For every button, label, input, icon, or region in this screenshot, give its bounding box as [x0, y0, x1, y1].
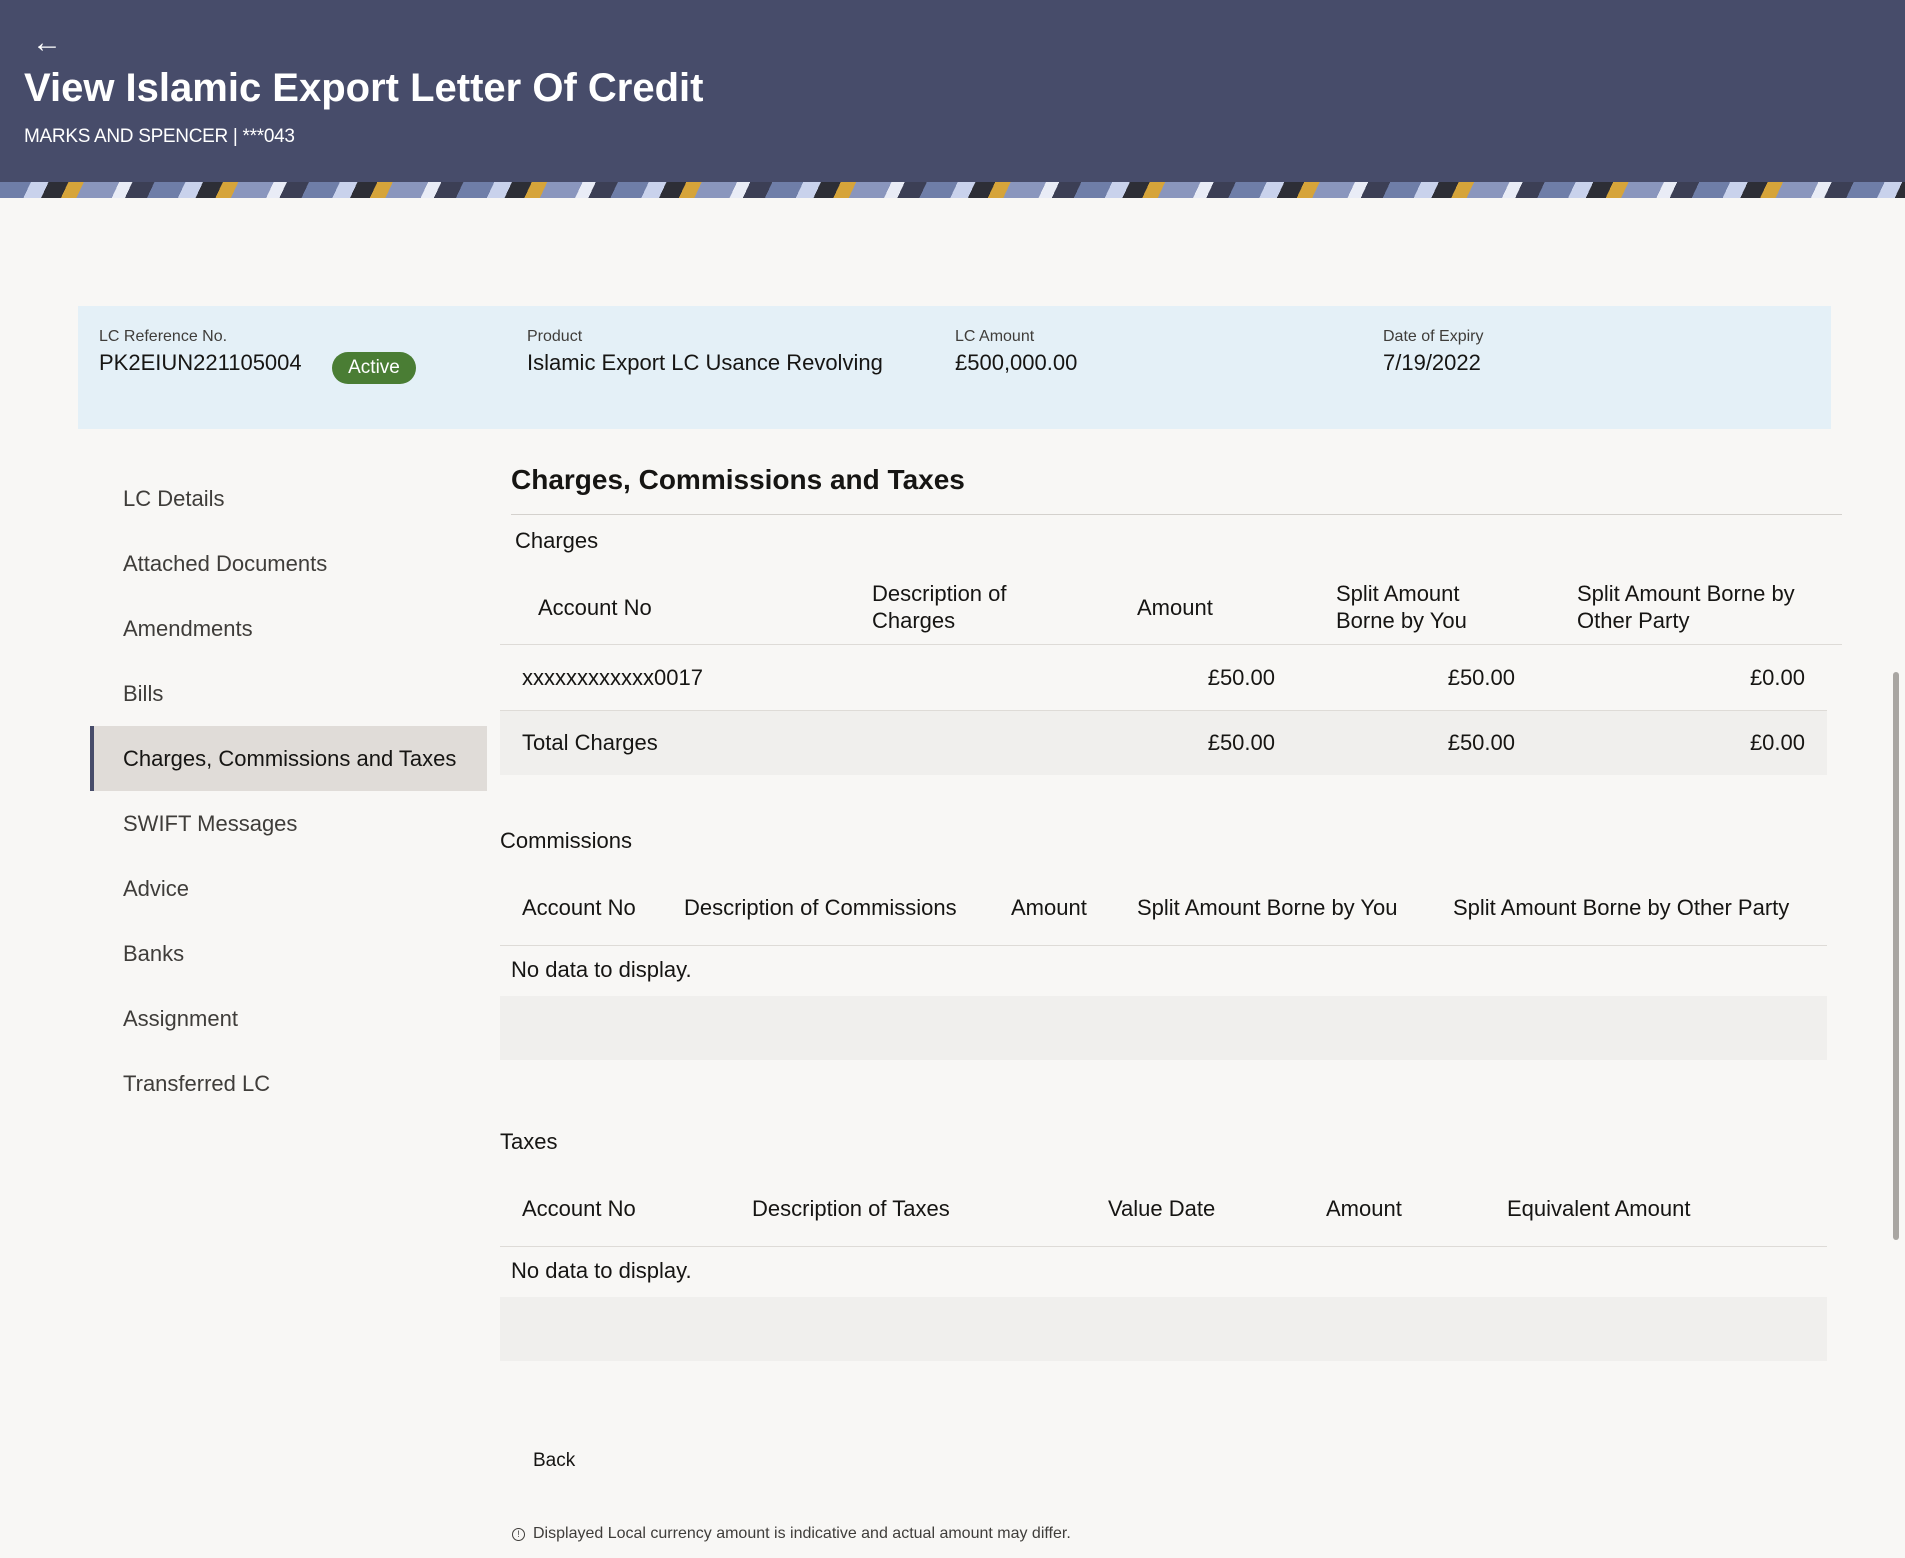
nav-item-transferred-lc[interactable]: Transferred LC: [90, 1051, 487, 1116]
taxes-col-description: Description of Taxes: [752, 1196, 950, 1221]
vertical-scrollbar[interactable]: [1893, 672, 1899, 1240]
nav-item-assignment[interactable]: Assignment: [90, 986, 487, 1051]
nav-item-swift-messages[interactable]: SWIFT Messages: [90, 791, 487, 856]
title-divider: [511, 514, 1842, 515]
product-label: Product: [527, 328, 583, 345]
taxes-col-value-date: Value Date: [1108, 1196, 1216, 1221]
charges-col-split-you: Split Amount Borne by You: [1336, 581, 1467, 633]
lc-reference-label: LC Reference No.: [99, 328, 228, 345]
taxes-heading: Taxes: [500, 1129, 558, 1154]
page-header: ← View Islamic Export Letter Of Credit M…: [0, 0, 1905, 198]
section-title: Charges, Commissions and Taxes: [511, 464, 965, 495]
charges-total-label: Total Charges: [522, 730, 658, 755]
party-account-subtitle: MARKS AND SPENCER | ***043: [24, 126, 295, 147]
taxes-col-amount: Amount: [1326, 1196, 1402, 1221]
commissions-heading: Commissions: [500, 828, 633, 853]
commissions-empty-message: No data to display.: [511, 957, 692, 982]
section-nav: LC Details Attached Documents Amendments…: [90, 466, 487, 1116]
charges-col-split-other: Split Amount Borne by Other Party: [1577, 581, 1795, 633]
product-value: Islamic Export LC Usance Revolving: [527, 350, 883, 375]
charges-col-description: Description of Charges: [872, 581, 1007, 633]
taxes-empty-message: No data to display.: [511, 1258, 692, 1283]
back-button[interactable]: Back: [533, 1450, 575, 1472]
nav-item-bills[interactable]: Bills: [90, 661, 487, 726]
commissions-col-amount: Amount: [1011, 895, 1087, 920]
charges-row-split-other: £0.00: [1749, 665, 1805, 690]
lc-amount-field: LC Amount £500,000.00: [955, 328, 1077, 376]
charges-total-split-you: £50.00: [1447, 730, 1515, 755]
expiry-date-value: 7/19/2022: [1383, 350, 1481, 375]
charges-table: Account No Description of Charges Amount…: [500, 578, 1842, 848]
commissions-col-description: Description of Commissions: [684, 895, 957, 920]
nav-item-banks[interactable]: Banks: [90, 921, 487, 986]
info-icon: !: [512, 1528, 525, 1541]
taxes-header-divider: [500, 1246, 1827, 1247]
decorative-banner: [0, 182, 1905, 198]
nav-item-attached-documents[interactable]: Attached Documents: [90, 531, 487, 596]
commissions-col-split-you: Split Amount Borne by You: [1137, 895, 1398, 920]
footnote-text: Displayed Local currency amount is indic…: [533, 1525, 1071, 1542]
taxes-col-account: Account No: [522, 1196, 636, 1221]
nav-item-lc-details[interactable]: LC Details: [90, 466, 487, 531]
commissions-table: Account No Description of Commissions Am…: [500, 872, 1842, 1072]
commissions-col-split-other: Split Amount Borne by Other Party: [1453, 895, 1790, 920]
charges-heading: Charges: [515, 528, 599, 553]
commissions-header-divider: [500, 945, 1827, 946]
charges-header-divider: [500, 644, 1842, 645]
charges-total-split-other: £0.00: [1749, 730, 1805, 755]
charges-row-amount: £50.00: [1207, 665, 1275, 690]
lc-amount-label: LC Amount: [955, 328, 1035, 345]
charges-total-row: Total Charges £50.00 £50.00 £0.00: [500, 711, 1827, 775]
charges-col-account: Account No: [538, 595, 652, 620]
charges-total-amount: £50.00: [1207, 730, 1275, 755]
currency-footnote: ! Displayed Local currency amount is indi…: [512, 1525, 1071, 1543]
page-title: View Islamic Export Letter Of Credit: [24, 66, 704, 110]
product-field: Product Islamic Export LC Usance Revolvi…: [527, 328, 883, 376]
commissions-col-account: Account No: [522, 895, 636, 920]
commissions-empty-row: [500, 996, 1827, 1060]
charges-col-amount: Amount: [1137, 595, 1213, 620]
charges-row-account: xxxxxxxxxxxx0017: [522, 665, 703, 690]
charges-row-split-you: £50.00: [1447, 665, 1515, 690]
nav-item-advice[interactable]: Advice: [90, 856, 487, 921]
lc-summary-panel: LC Reference No. PK2EIUN221105004 Active…: [78, 306, 1831, 429]
taxes-col-equivalent-amount: Equivalent Amount: [1507, 1196, 1691, 1221]
taxes-empty-row: [500, 1297, 1827, 1361]
expiry-date-field: Date of Expiry 7/19/2022: [1383, 328, 1483, 376]
status-badge: Active: [332, 352, 416, 384]
taxes-table: Account No Description of Taxes Value Da…: [500, 1173, 1842, 1373]
back-arrow-icon[interactable]: ←: [32, 28, 64, 60]
lc-reference-field: LC Reference No. PK2EIUN221105004: [99, 328, 302, 376]
lc-amount-value: £500,000.00: [955, 350, 1078, 375]
lc-reference-value: PK2EIUN221105004: [99, 350, 302, 375]
nav-item-amendments[interactable]: Amendments: [90, 596, 487, 661]
expiry-date-label: Date of Expiry: [1383, 328, 1484, 345]
nav-item-charges-commissions-taxes[interactable]: Charges, Commissions and Taxes: [90, 726, 487, 791]
